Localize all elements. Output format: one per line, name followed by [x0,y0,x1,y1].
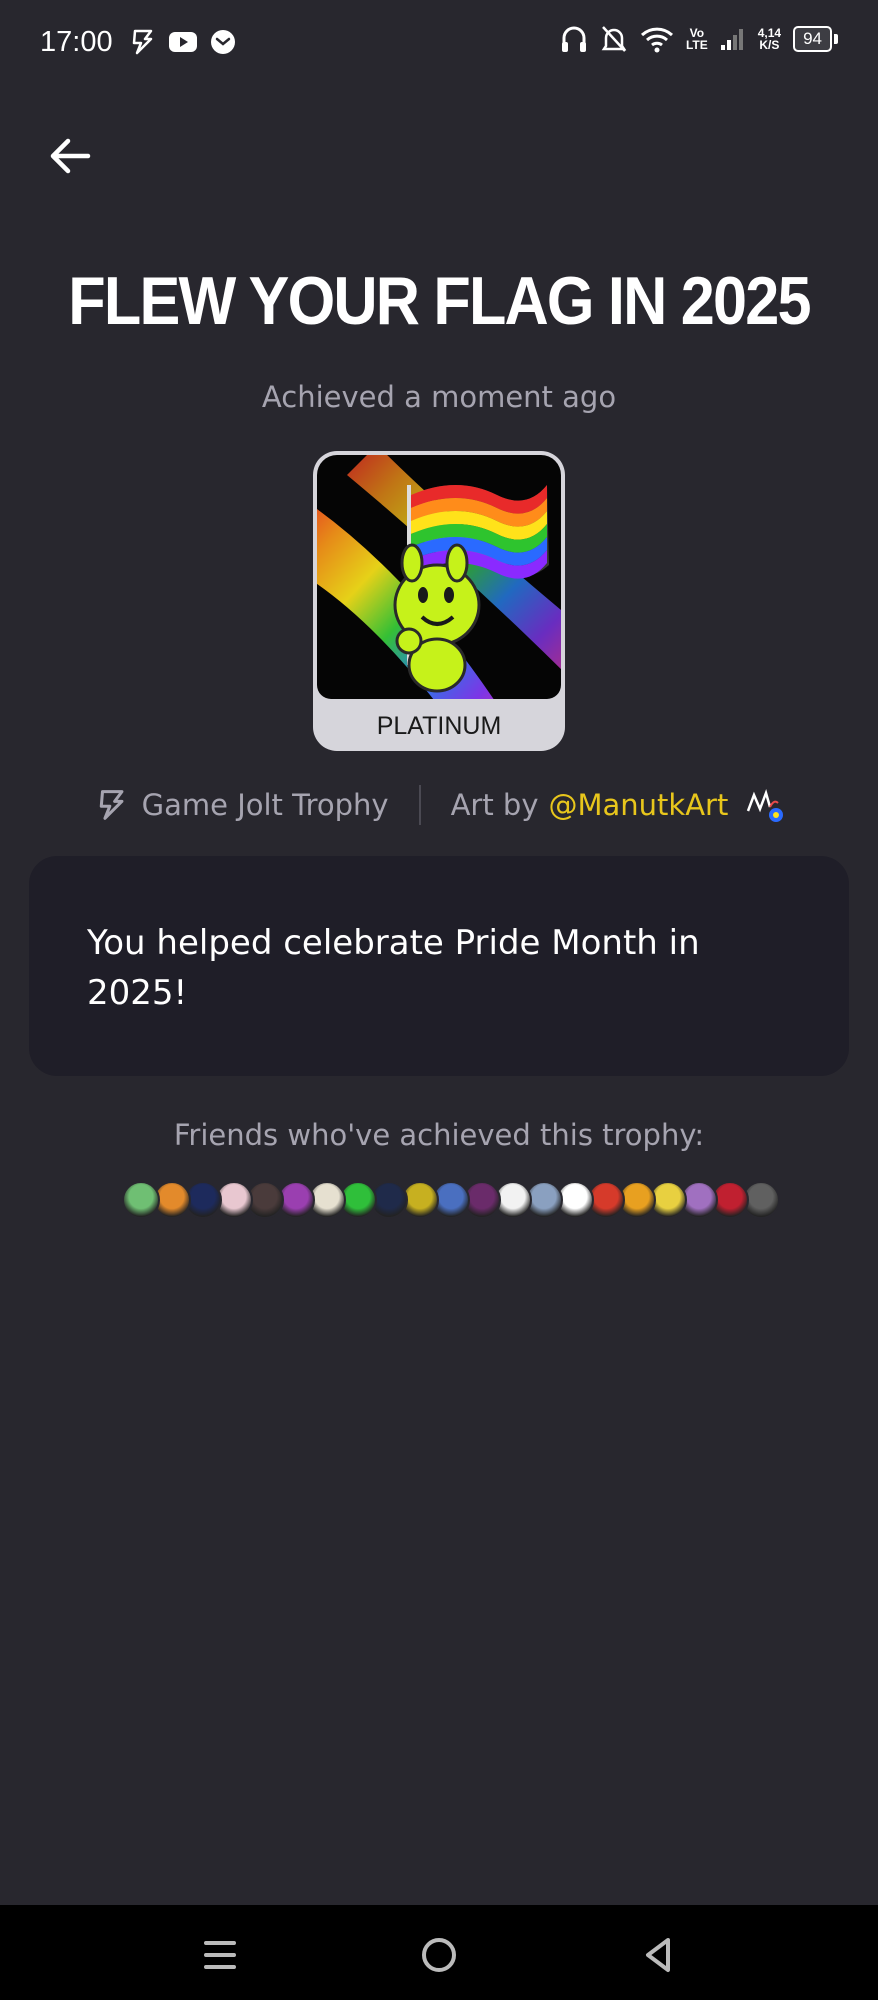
meta-divider [418,785,421,825]
system-nav-bar [0,1905,878,2000]
art-by-label: Art by [450,788,539,822]
back-triangle-icon [646,1938,670,1972]
friends-avatar-list [122,1181,780,1219]
wifi-icon [640,25,674,53]
speed-unit: K/S [759,38,780,52]
menu-icon [204,1941,236,1969]
friends-label: Friends who've achieved this trophy: [173,1118,705,1152]
arrow-left-icon [50,138,91,174]
network-speed: 4,14 K/S [758,27,781,51]
gamejolt-notification-icon [128,28,156,56]
youtube-notification-icon [168,30,198,54]
artist-signature-icon [747,789,784,822]
battery-level: 94 [793,26,832,52]
battery-icon: 94 [793,26,838,52]
trophy-card: PLATINUM [313,451,565,751]
volte-indicator: Vo LTE [686,27,708,51]
gamejolt-icon [99,790,124,820]
friend-avatar[interactable] [122,1181,160,1219]
artist-link[interactable]: @ManutkArt [549,788,729,822]
home-circle-icon [422,1938,456,1972]
trophy-description-card: You helped celebrate Pride Month in 2025… [29,856,849,1076]
headphones-icon [560,24,588,54]
trophy-title: FLEW YOUR FLAG IN 2025 [68,263,811,339]
recent-apps-button[interactable] [190,1925,250,1985]
mail-notification-icon [210,29,236,55]
trophy-source: Game Jolt Trophy [141,788,389,822]
status-bar: 17:00 Vo LTE 4,14 K/S 94 [0,0,878,90]
status-system-icons: Vo LTE 4,14 K/S 94 [560,24,838,54]
artist-avatar[interactable] [744,785,784,825]
home-button[interactable] [409,1925,469,1985]
status-notification-icons [128,28,236,56]
muted-bell-icon [600,24,628,54]
trophy-tier-label: PLATINUM [376,712,502,740]
signal-icon [720,27,746,51]
trophy-description: You helped celebrate Pride Month in 2025… [87,923,700,1013]
system-back-button[interactable] [628,1925,688,1985]
trophy-artwork [317,455,561,699]
achieved-time: Achieved a moment ago [261,380,617,414]
volte-bottom: LTE [685,38,708,52]
back-button[interactable] [44,132,96,180]
trophy-meta: Game Jolt Trophy Art by @ManutkArt [0,780,878,830]
status-time: 17:00 [40,26,113,58]
